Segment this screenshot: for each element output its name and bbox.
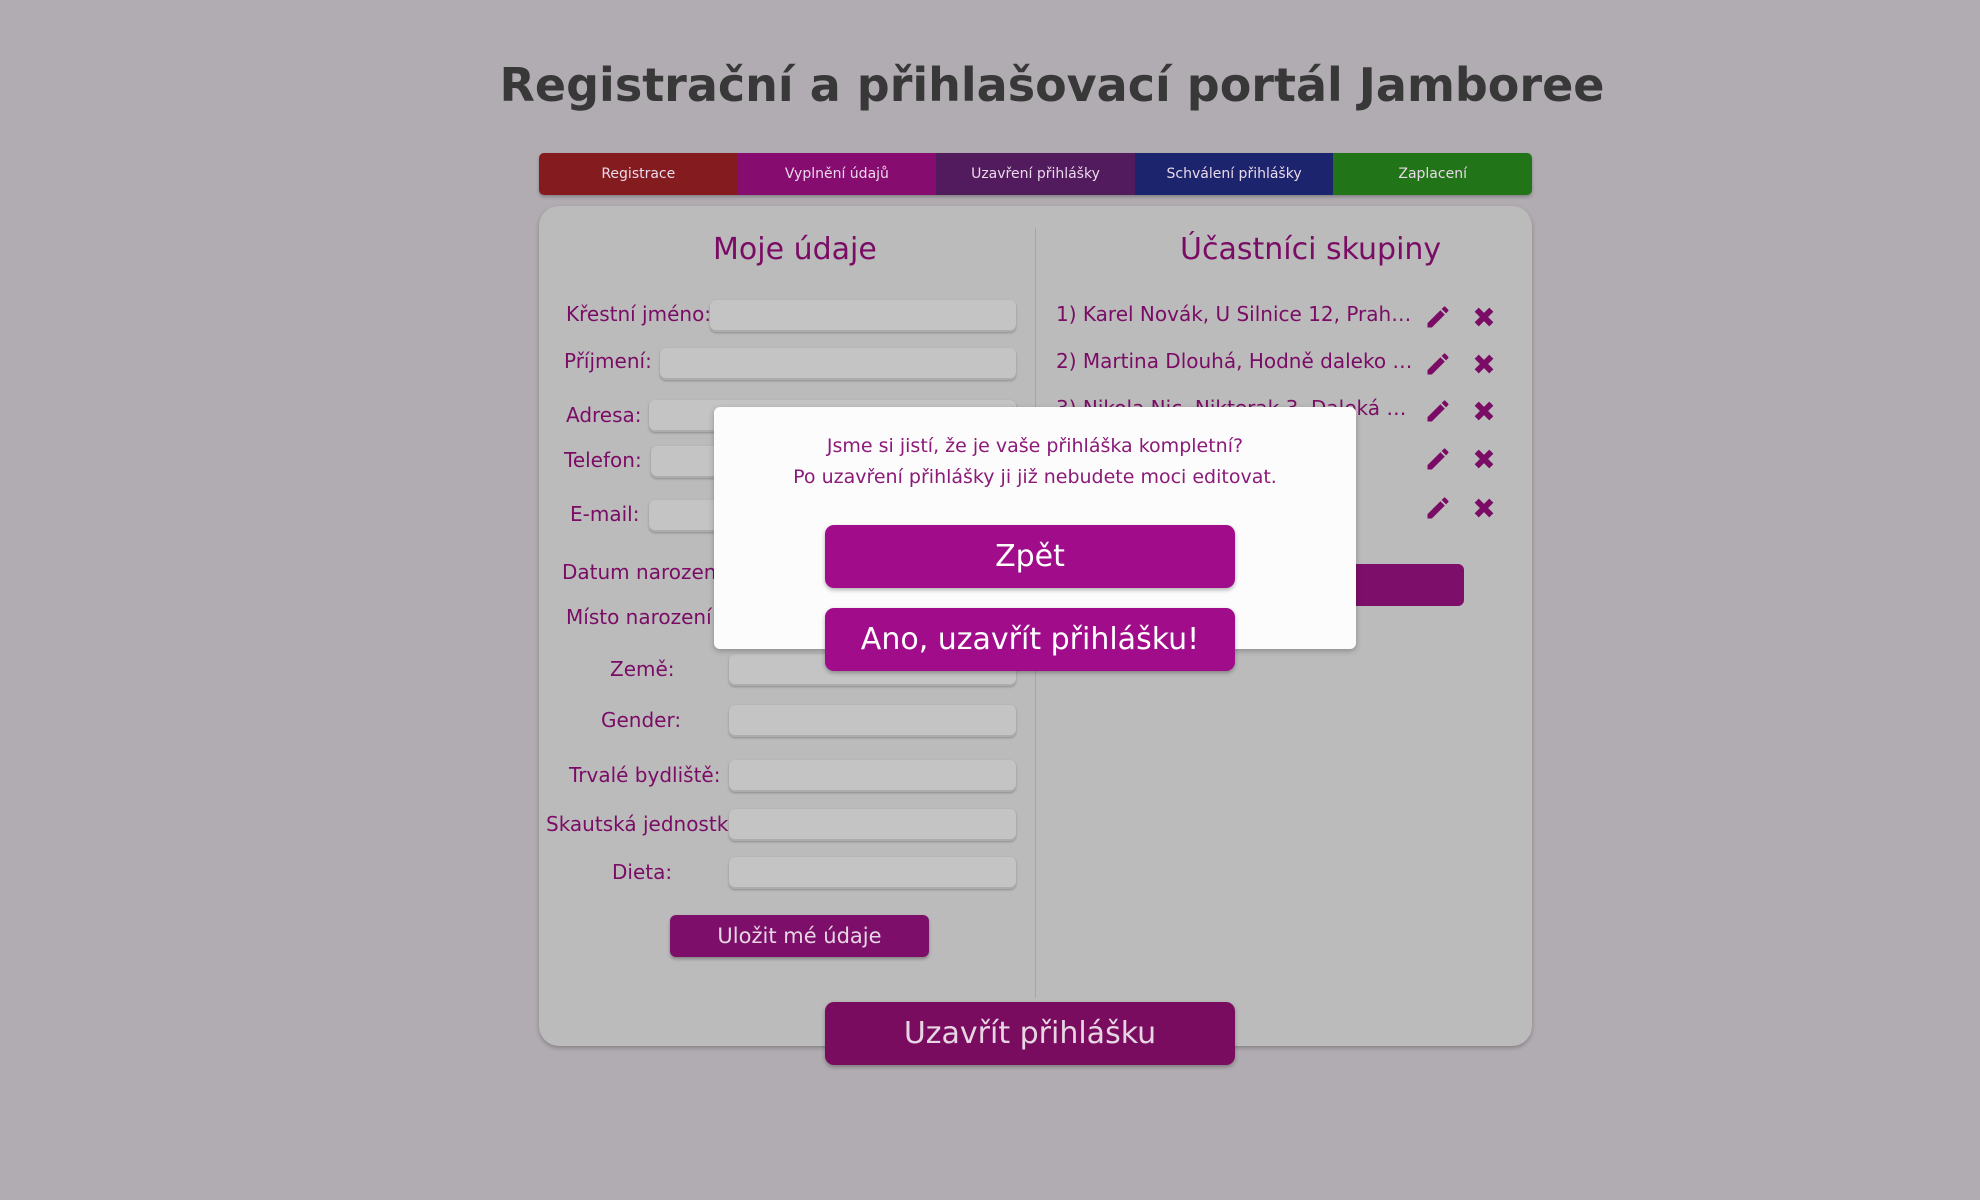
step-schvaleni-prihlasky[interactable]: Schválení přihlášky — [1134, 153, 1334, 195]
close-icon[interactable] — [1470, 397, 1498, 425]
birth-date-label: Datum narození: — [562, 560, 729, 584]
step-registrace[interactable]: Registrace — [539, 153, 738, 195]
pencil-icon[interactable] — [1424, 303, 1452, 331]
scout-unit-field[interactable] — [729, 809, 1016, 841]
step-zaplaceni[interactable]: Zaplacení — [1333, 153, 1532, 195]
last-name-field[interactable] — [660, 348, 1016, 380]
step-uzavreni-prihlasky[interactable]: Uzavření přihlášky — [936, 153, 1135, 195]
pencil-icon[interactable] — [1424, 445, 1452, 473]
group-members-title: Účastníci skupiny — [1180, 232, 1442, 267]
birth-place-label: Místo narození: — [566, 605, 719, 629]
phone-label: Telefon: — [564, 448, 642, 472]
close-icon[interactable] — [1470, 445, 1498, 473]
step-vyplneni-udaju[interactable]: Vyplnění údajů — [737, 153, 937, 195]
confirm-dialog-message: Jsme si jistí, že je vaše přihláška komp… — [714, 431, 1356, 493]
save-my-data-button[interactable]: Uložit mé údaje — [670, 915, 929, 957]
residence-field[interactable] — [729, 760, 1016, 792]
confirm-dialog-line-1: Jsme si jistí, že je vaše přihláška komp… — [826, 435, 1244, 457]
diet-label: Dieta: — [612, 860, 673, 884]
confirm-close-button[interactable]: Ano, uzavřít přihlášku! — [825, 608, 1235, 671]
diet-field[interactable] — [729, 857, 1016, 889]
country-label: Země: — [610, 657, 675, 681]
gender-label: Gender: — [601, 708, 682, 732]
email-label: E-mail: — [570, 502, 640, 526]
residence-label: Trvalé bydliště: — [569, 763, 721, 787]
my-data-title: Moje údaje — [713, 232, 877, 267]
progress-steps: Registrace Vyplnění údajů Uzavření přihl… — [539, 153, 1532, 195]
close-icon[interactable] — [1470, 350, 1498, 378]
close-application-button[interactable]: Uzavřít přihlášku — [825, 1002, 1235, 1065]
add-member-button[interactable] — [1339, 564, 1464, 606]
confirm-dialog-line-2: Po uzavření přihlášky ji již nebudete mo… — [793, 466, 1277, 488]
last-name-label: Příjmení: — [564, 349, 652, 373]
address-label: Adresa: — [566, 403, 642, 427]
member-item: 2) Martina Dlouhá, Hodně daleko 2... — [1056, 349, 1416, 373]
close-icon[interactable] — [1470, 303, 1498, 331]
pencil-icon[interactable] — [1424, 350, 1452, 378]
close-icon[interactable] — [1470, 494, 1498, 522]
member-item: 1) Karel Novák, U Silnice 12, Praha 6 — [1056, 302, 1416, 326]
page-title: Registrační a přihlašovací portál Jambor… — [499, 58, 1605, 112]
pencil-icon[interactable] — [1424, 397, 1452, 425]
pencil-icon[interactable] — [1424, 494, 1452, 522]
first-name-label: Křestní jméno: — [566, 302, 712, 326]
gender-field[interactable] — [729, 705, 1016, 737]
first-name-field[interactable] — [710, 300, 1016, 332]
scout-unit-label: Skautská jednostka: — [546, 812, 747, 836]
back-button[interactable]: Zpět — [825, 525, 1235, 588]
